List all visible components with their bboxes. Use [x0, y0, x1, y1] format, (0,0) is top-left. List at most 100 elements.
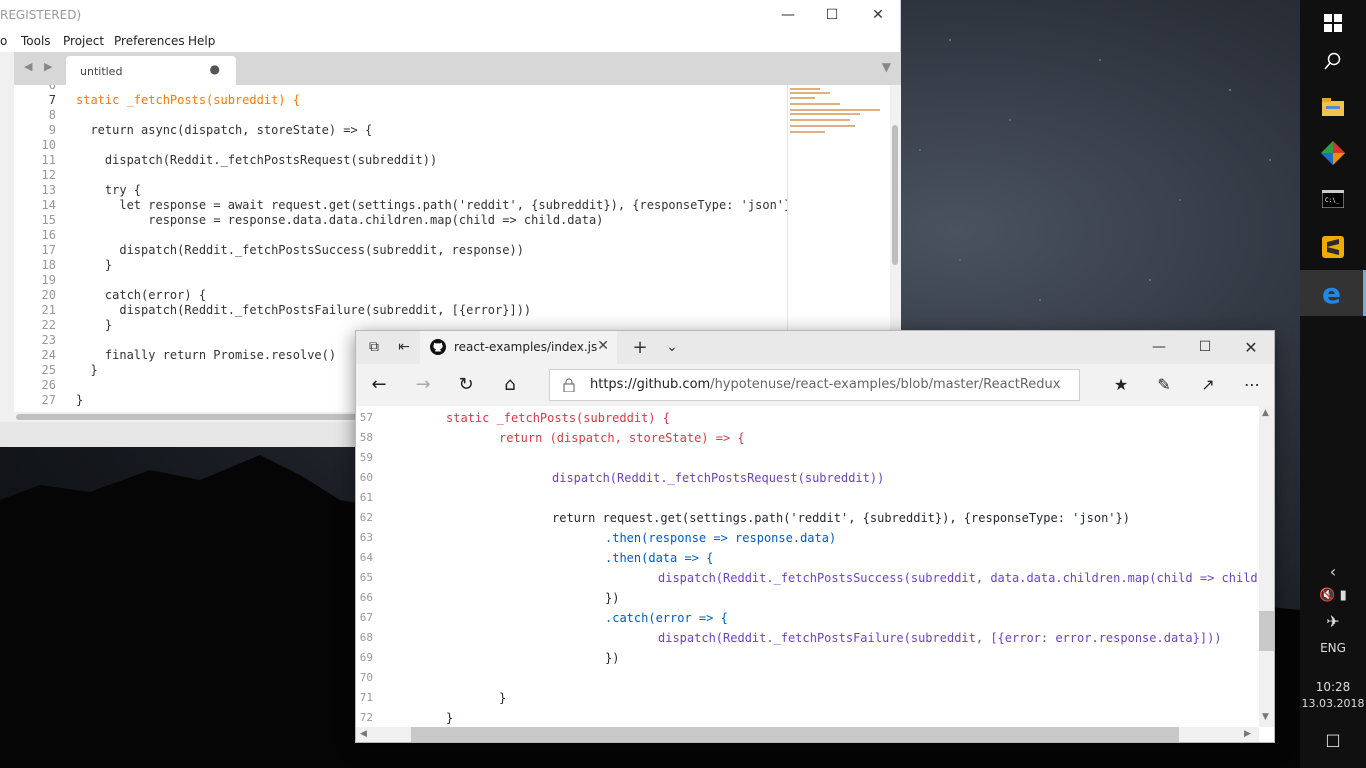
- clock-time[interactable]: 10:28: [1300, 680, 1366, 694]
- minimap-line: [790, 97, 815, 99]
- github-icon: [430, 339, 446, 355]
- set-aside-icon[interactable]: ⇤: [386, 331, 422, 364]
- minimize-button[interactable]: —: [765, 0, 811, 30]
- sublime-text-icon[interactable]: [1300, 224, 1366, 270]
- line-number: 59: [359, 451, 373, 464]
- scroll-down-icon[interactable]: ▼: [1262, 712, 1269, 722]
- line-number: 57: [359, 411, 373, 424]
- refresh-button[interactable]: ↻: [448, 370, 484, 400]
- code-line: }): [605, 591, 620, 605]
- home-button[interactable]: ⌂: [492, 370, 528, 400]
- sublime-tabbar: ◀ ▶ untitled ● ▼: [14, 52, 901, 85]
- line-number: 8: [48, 108, 56, 122]
- code-line: dispatch(Reddit._fetchPostsFailure(subre…: [76, 303, 532, 317]
- line-number: 72: [359, 711, 373, 724]
- input-language[interactable]: ENG: [1300, 641, 1366, 655]
- menu-item-go[interactable]: o: [0, 34, 7, 48]
- action-center-icon[interactable]: □: [1300, 730, 1366, 749]
- volume-muted-icon[interactable]: 🔇 ▮: [1300, 588, 1366, 603]
- tab-nav-arrows[interactable]: ◀ ▶: [24, 60, 56, 73]
- minimap-line: [790, 92, 830, 94]
- edge-vertical-scrollbar[interactable]: ▲ ▼: [1259, 406, 1274, 727]
- menu-item-preferences[interactable]: Preferences: [114, 34, 185, 48]
- line-number: 27: [41, 393, 56, 407]
- terminal-icon[interactable]: C:\_: [1300, 176, 1366, 222]
- tab-list-button[interactable]: ⌄: [654, 331, 690, 364]
- sublime-titlebar: REGISTERED) — ☐ ✕: [0, 0, 900, 30]
- edge-horizontal-scrollbar[interactable]: ◀ ▶: [356, 727, 1259, 742]
- new-tab-button[interactable]: +: [622, 331, 658, 364]
- code-line: }): [605, 651, 620, 665]
- unsaved-dot-icon[interactable]: ●: [210, 62, 220, 76]
- line-number: 65: [359, 571, 373, 584]
- scroll-left-icon[interactable]: ◀: [360, 729, 367, 739]
- code-line: try {: [76, 183, 142, 197]
- github-code-view: 57 58 59 60 61 62 63 64 65 66 67 68 69 7…: [356, 406, 1259, 727]
- close-button[interactable]: ✕: [1233, 331, 1269, 364]
- close-tab-icon[interactable]: ✕: [597, 338, 609, 354]
- search-icon[interactable]: [1300, 38, 1366, 84]
- menu-item-project[interactable]: Project: [63, 34, 104, 48]
- code-line: }: [76, 318, 113, 332]
- scroll-thumb[interactable]: [892, 125, 898, 265]
- favorites-hub-icon[interactable]: ★: [1103, 370, 1139, 400]
- share-icon[interactable]: ↗: [1190, 370, 1226, 400]
- close-button[interactable]: ✕: [855, 0, 901, 30]
- web-note-icon[interactable]: ✎: [1146, 370, 1182, 400]
- line-number: 24: [41, 348, 56, 362]
- maximize-button[interactable]: ☐: [809, 0, 855, 30]
- minimize-button[interactable]: —: [1141, 331, 1177, 364]
- tab-dropdown-icon[interactable]: ▼: [882, 60, 891, 74]
- line-number: 69: [359, 651, 373, 664]
- scroll-thumb[interactable]: [1259, 611, 1274, 651]
- line-number: 71: [359, 691, 373, 704]
- tab-title: react-examples/index.js: [454, 340, 598, 354]
- code-line: catch(error) {: [76, 288, 207, 302]
- clock-date[interactable]: 13.03.2018: [1300, 697, 1366, 710]
- line-number: 61: [359, 491, 373, 504]
- code-line: let response = await request.get(setting…: [76, 198, 787, 212]
- edge-logo-icon: e: [1322, 276, 1341, 310]
- line-number: 20: [41, 288, 56, 302]
- code-line: .catch(error => {: [605, 611, 728, 625]
- scroll-thumb[interactable]: [411, 727, 1179, 742]
- maximize-button[interactable]: ☐: [1187, 331, 1223, 364]
- edge-tab[interactable]: react-examples/index.js ✕: [420, 331, 617, 364]
- code-line: }: [446, 711, 454, 725]
- minimap-line: [790, 109, 880, 111]
- line-number: 14: [41, 198, 56, 212]
- more-menu-icon[interactable]: ⋯: [1234, 370, 1270, 400]
- lock-icon: [563, 378, 575, 392]
- tab-untitled[interactable]: untitled ●: [66, 56, 236, 85]
- line-number: 11: [41, 153, 56, 167]
- code-line: }: [76, 363, 98, 377]
- line-number: 66: [359, 591, 373, 604]
- code-line: }: [76, 393, 84, 407]
- code-line: static _fetchPosts(subreddit) {: [446, 411, 670, 425]
- code-line: response = response.data.data.children.m…: [76, 213, 604, 227]
- scroll-right-icon[interactable]: ▶: [1244, 729, 1251, 739]
- back-button[interactable]: ←: [361, 370, 397, 400]
- show-hidden-icons-chevron-icon[interactable]: ‹: [1300, 562, 1366, 581]
- file-explorer-icon[interactable]: [1300, 84, 1366, 130]
- code-line: .then(response => response.data): [605, 531, 837, 545]
- forward-button[interactable]: →: [405, 370, 441, 400]
- line-number: 18: [41, 258, 56, 272]
- line-number: 21: [41, 303, 56, 317]
- taskbar: C:\_ e ‹ 🔇 ▮ ✈ ENG 10:28 13.03.2018 □: [1300, 0, 1366, 768]
- menu-item-help[interactable]: Help: [188, 34, 215, 48]
- url-host: https://github.com: [590, 377, 711, 392]
- address-bar[interactable]: https://github.com/hypotenuse/react-exam…: [549, 369, 1080, 401]
- git-app-icon[interactable]: [1300, 130, 1366, 176]
- airplane-mode-icon[interactable]: ✈: [1300, 612, 1366, 631]
- code-line: static _fetchPosts(subreddit) {: [76, 93, 300, 107]
- line-number: 67: [359, 611, 373, 624]
- scroll-up-icon[interactable]: ▲: [1262, 408, 1269, 418]
- code-line: dispatch(Reddit._fetchPostsSuccess(subre…: [76, 243, 524, 257]
- edge-browser-icon[interactable]: e: [1300, 270, 1366, 316]
- line-number: 10: [41, 138, 56, 152]
- sublime-menubar: o Tools Project Preferences Help: [0, 30, 900, 52]
- menu-item-tools[interactable]: Tools: [21, 34, 51, 48]
- sublime-title: REGISTERED): [0, 8, 82, 22]
- code-line: }: [499, 691, 507, 705]
